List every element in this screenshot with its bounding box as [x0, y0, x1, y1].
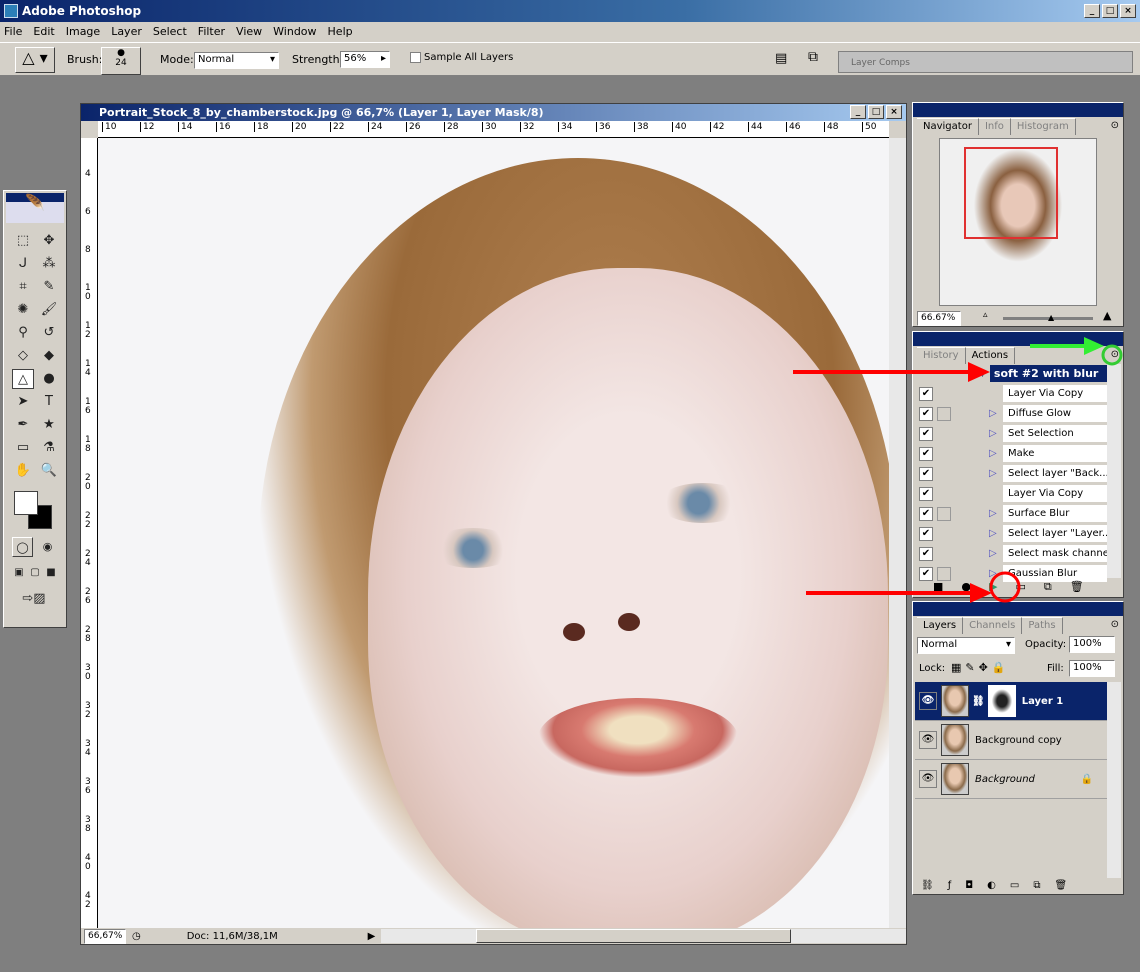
green-arrow-to-menu: [1030, 337, 1104, 355]
play-highlight-circle: [989, 571, 1021, 603]
menu-highlight-circle: [1101, 344, 1123, 366]
red-arrow-to-play: [806, 583, 992, 603]
annotation-overlay: [793, 337, 1123, 603]
red-arrow-to-action-set: [793, 362, 990, 382]
foreground-color[interactable]: [14, 491, 38, 515]
